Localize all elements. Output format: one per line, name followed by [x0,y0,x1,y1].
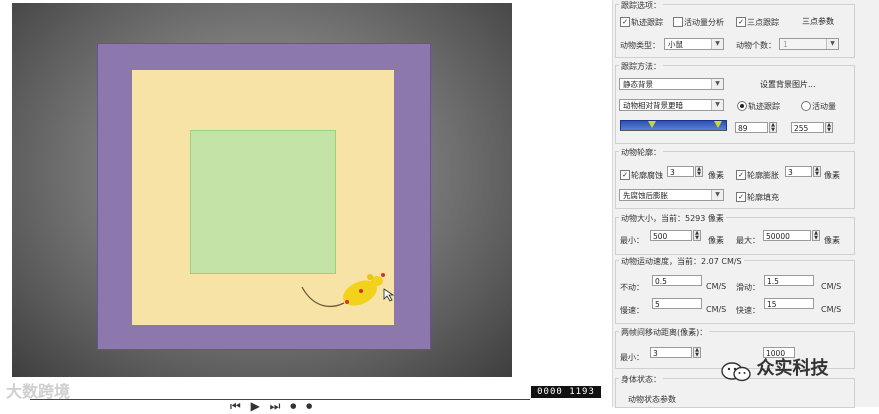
body-state-title: 身体状态： [619,374,663,385]
frame-counter: 0000 1193 [531,386,601,398]
chevron-down-icon: ▼ [711,79,723,89]
dilate-spinner[interactable]: ▲ ▼ [813,166,821,177]
method-select[interactable]: 静态背景 ▼ [619,78,724,90]
three-point-label: 三点跟踪 [747,18,779,27]
speed-still-input[interactable]: 0.5 [652,275,702,286]
contour-order-select[interactable]: 先腐蚀后膨胀 ▼ [619,189,724,201]
three-point-checkbox[interactable]: ✓ [736,17,746,27]
size-max-label: 最大： [736,236,760,245]
erode-unit: 像素 [708,171,724,180]
size-max-input[interactable]: 50000 [763,230,811,241]
mouse-tail [301,286,345,308]
speed-slow-label: 慢速： [620,306,644,315]
body-state-params[interactable]: 动物状态参数 [628,394,676,405]
radio-activity-label: 活动量 [812,102,836,111]
size-min-input[interactable]: 500 [650,230,692,241]
distance-min-label: 最小： [620,353,644,362]
animal-type-select[interactable]: 小鼠 ▼ [664,38,724,50]
fill-label: 轮廓填充 [747,193,779,202]
speed-fast-input[interactable]: 15 [764,298,814,309]
track-follow-label: 轨迹跟踪 [631,18,663,27]
animal-type-label: 动物类型： [620,41,660,50]
animal-count-label: 动物个数： [736,41,776,50]
mouse-ear [367,274,373,280]
chevron-down-icon: ▼ [711,39,723,49]
mouse-nose-point [381,273,385,277]
speed-fast-unit: CM/S [821,305,842,314]
activity-analysis-checkbox[interactable] [673,17,683,27]
relative-value: 动物相对背景更暗 [623,101,683,110]
slider-low-thumb[interactable] [648,121,656,128]
erode-checkbox[interactable]: ✓ [620,170,630,180]
center-zone [190,130,336,274]
speed-still-unit: CM/S [706,282,727,291]
set-background-button[interactable]: 设置背景图片... [760,79,816,90]
erode-spinner[interactable]: ▲ ▼ [695,166,703,177]
chevron-down-icon: ▼ [826,39,838,49]
distance-min-spinner[interactable]: ▲ ▼ [693,347,701,358]
three-point-params-button[interactable]: 三点参数 [802,16,834,27]
size-min-spinner[interactable]: ▲ ▼ [693,230,701,241]
watermark: 众实科技 [720,354,829,383]
threshold-high-input[interactable]: 255 [791,122,824,133]
speed-slow-input[interactable]: 5 [652,298,702,309]
video-frame[interactable] [12,3,512,377]
animal-speed-title: 动物运动速度，当前：2.07 CM/S [619,256,744,267]
mouse-icon [301,273,395,308]
size-min-label: 最小： [620,236,644,245]
speed-creep-unit: CM/S [821,282,842,291]
slider-high-thumb[interactable] [714,121,722,128]
animal-count-value: 1 [783,40,788,49]
relative-select[interactable]: 动物相对背景更暗 ▼ [619,99,724,111]
dilate-input[interactable]: 3 [785,166,812,177]
wechat-icon [721,361,751,381]
animal-count-select[interactable]: 1 ▼ [779,38,839,50]
slider-ticks [620,130,727,134]
radio-track-label: 轨迹跟踪 [748,102,780,111]
speed-still-label: 不动： [620,283,644,292]
chevron-down-icon: ▼ [711,100,723,110]
chevron-down-icon: ▼ [711,190,723,200]
contour-order-value: 先腐蚀后膨胀 [623,191,668,200]
cursor-icon [383,288,395,302]
track-follow-checkbox[interactable]: ✓ [620,17,630,27]
watermark-text: 众实科技 [756,358,829,378]
tracking-options-title: 跟踪选项： [619,0,663,11]
speed-creep-label: 滑动： [736,283,760,292]
erode-input[interactable]: 3 [667,166,694,177]
method-value: 静态背景 [623,80,653,89]
mouse-tail-point [345,300,349,304]
dilate-unit: 像素 [824,171,840,180]
speed-fast-label: 快速： [736,306,760,315]
threshold-high-spinner[interactable]: ▲ ▼ [825,122,833,133]
dilate-label: 轮廓膨胀 [747,171,779,180]
size-min-unit: 像素 [708,236,724,245]
speed-slow-unit: CM/S [706,305,727,314]
size-max-spinner[interactable]: ▲ ▼ [812,230,820,241]
distance-min-input[interactable]: 3 [650,347,692,358]
erode-label: 轮廓腐蚀 [631,171,663,180]
dilate-checkbox[interactable]: ✓ [736,170,746,180]
animal-type-value: 小鼠 [668,40,683,49]
speed-creep-input[interactable]: 1.5 [764,275,814,286]
video-panel: 大数跨境 ⏮ ▶ ⏭ ⏺ ⏺ 0000 1193 [0,0,612,413]
animal-contour-title: 动物轮廓： [619,147,663,158]
tracking-method-title: 跟踪方法： [619,61,663,72]
frame-distance-title: 两帧间移动距离(像素)： [619,327,710,338]
mouse-center-point [359,289,363,293]
animal-size-title: 动物大小，当前：5293 像素 [619,213,726,224]
threshold-low-input[interactable]: 89 [735,122,768,133]
activity-analysis-label: 活动量分析 [684,18,724,27]
fill-checkbox[interactable]: ✓ [736,192,746,202]
threshold-low-spinner[interactable]: ▲ ▼ [769,122,777,133]
radio-activity[interactable] [801,101,811,111]
animal-speed-group [615,260,855,324]
size-max-unit: 像素 [824,236,840,245]
radio-track[interactable] [737,101,747,111]
